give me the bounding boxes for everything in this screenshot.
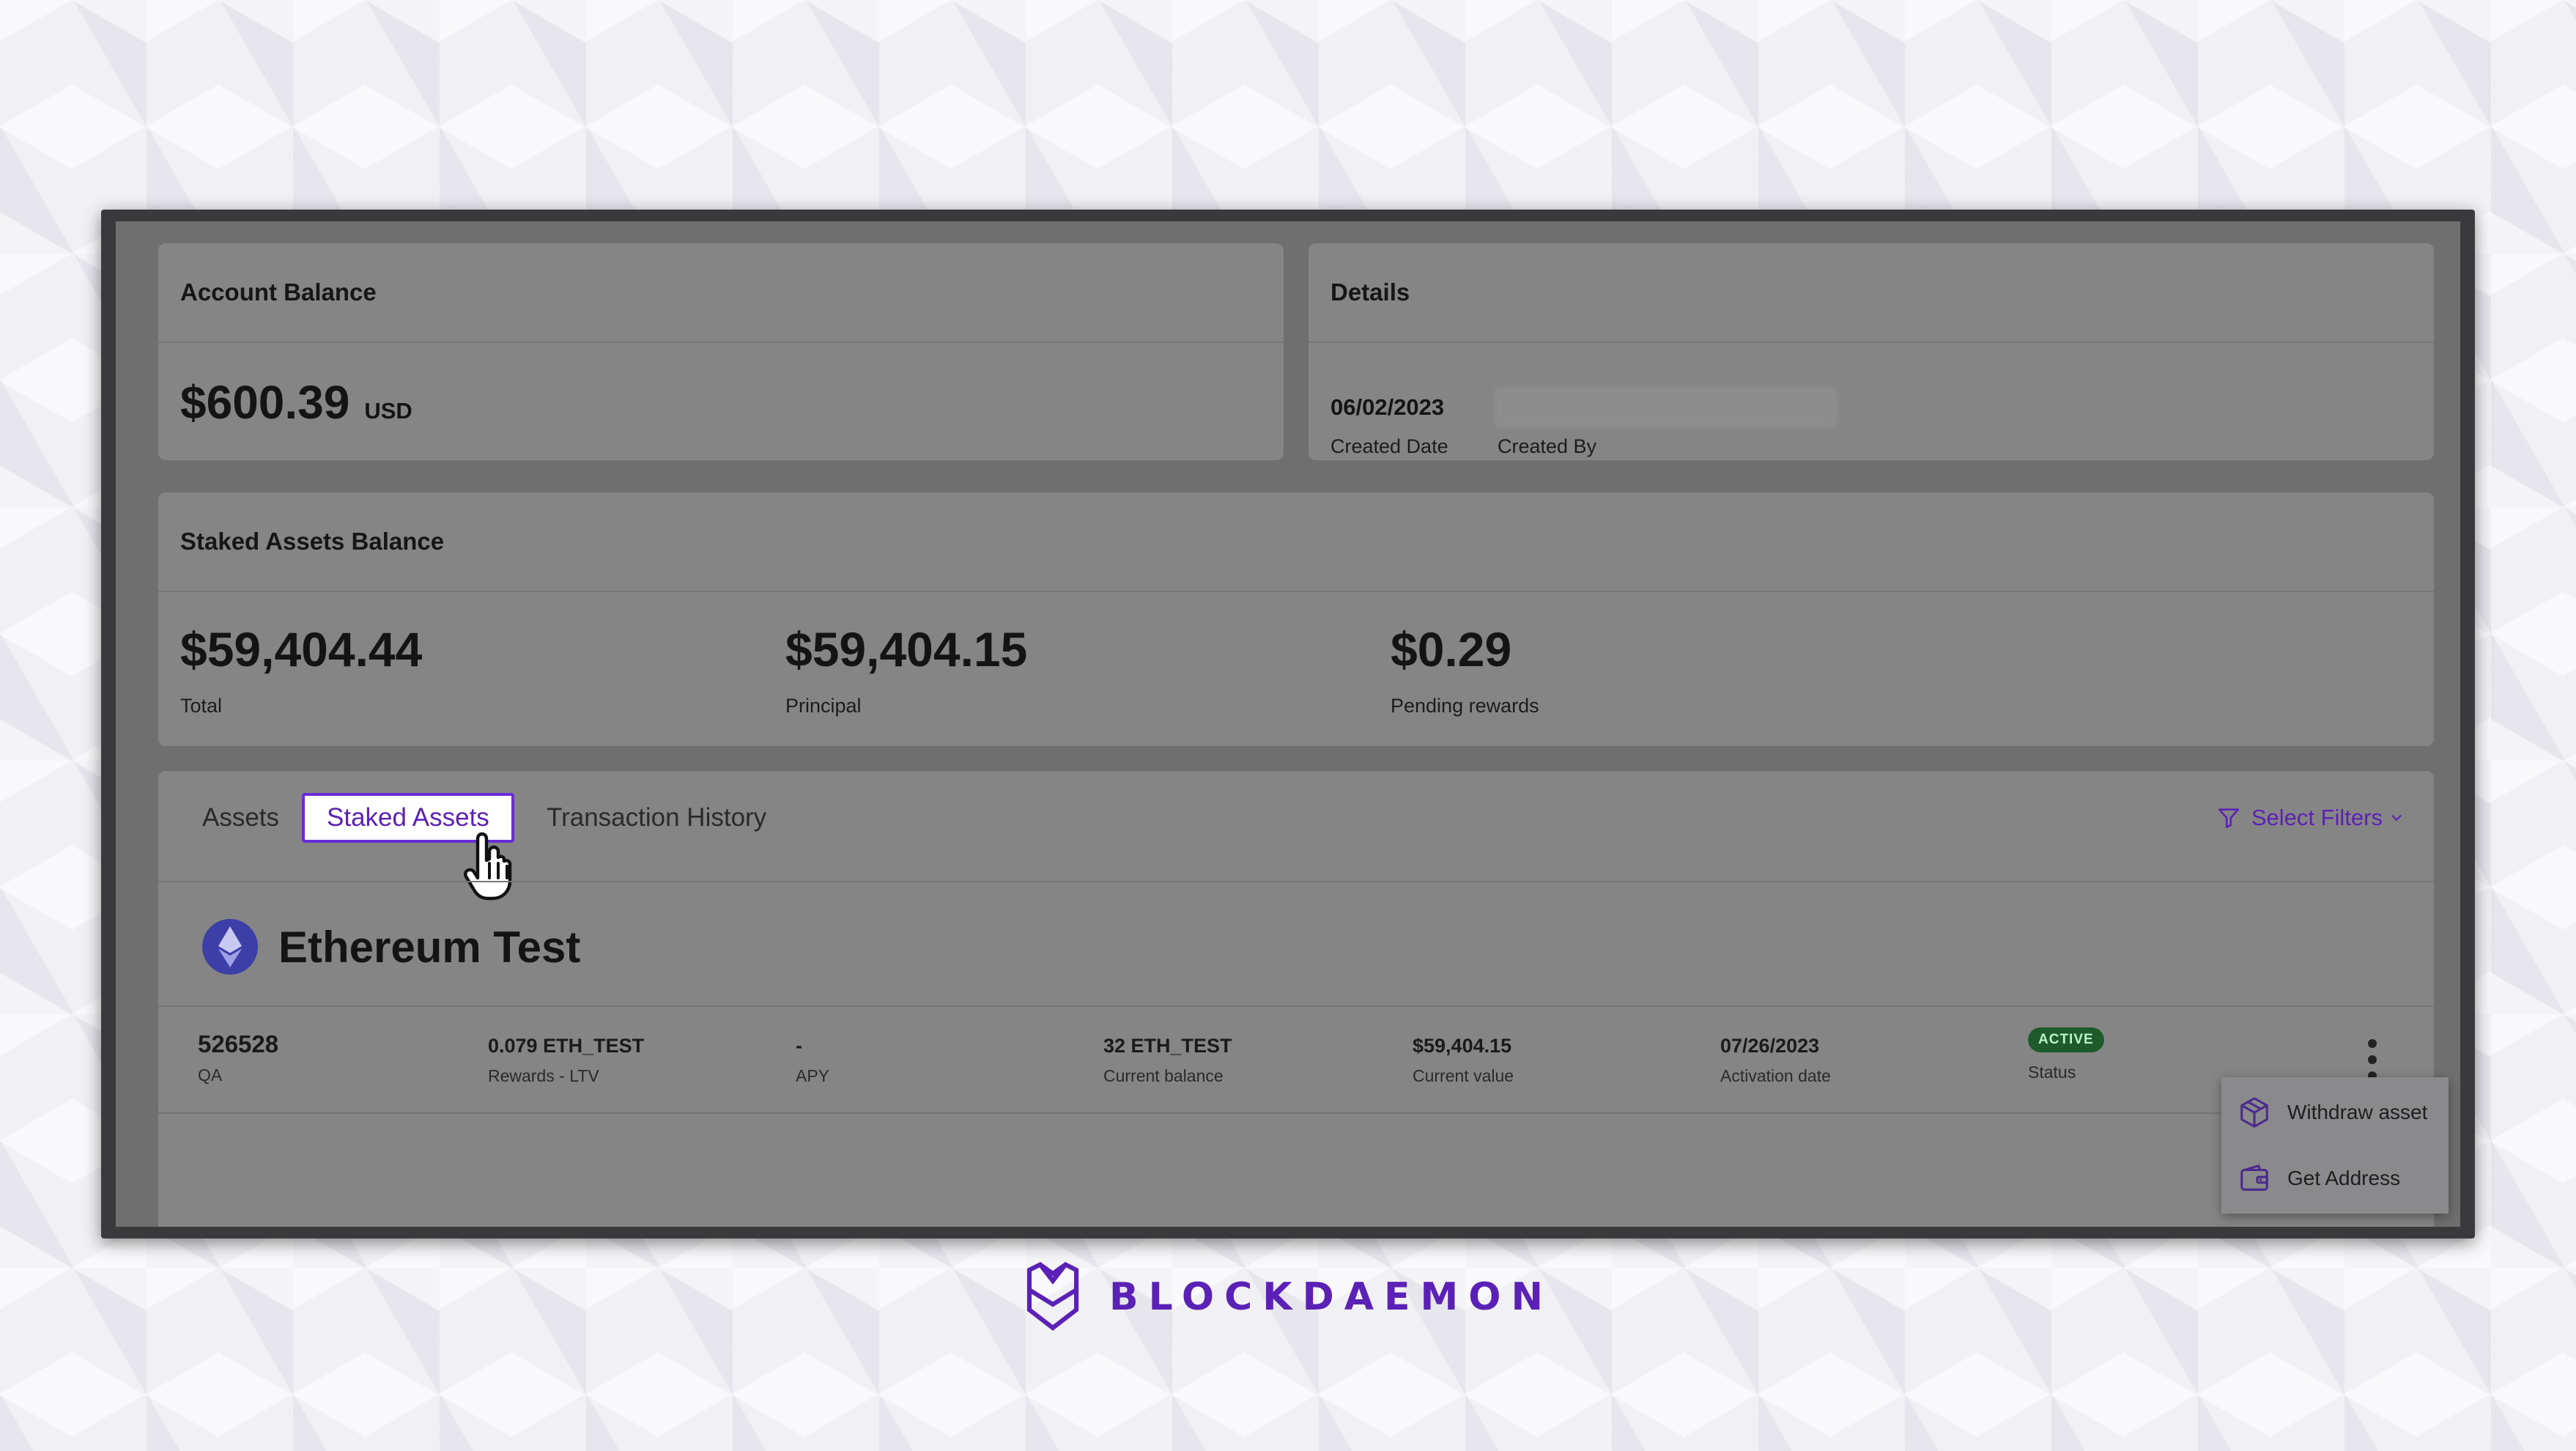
withdraw-asset-label: Withdraw asset: [2287, 1101, 2428, 1123]
status-badge: ACTIVE: [2028, 1027, 2104, 1052]
account-balance-card: Account Balance $600.39 USD: [158, 243, 1284, 460]
ethereum-icon: [202, 919, 258, 975]
row-rewards-value: 0.079 ETH_TEST: [488, 1035, 645, 1057]
account-balance-title: Account Balance: [158, 243, 1284, 343]
asset-group-header: Ethereum Test: [201, 918, 580, 976]
select-filters-label: Select Filters: [2251, 805, 2383, 830]
staked-balance-card: Staked Assets Balance $59,404.44 Total $…: [158, 492, 2434, 746]
staked-pending-value: $0.29: [1391, 622, 1512, 676]
created-date-value: 06/02/2023: [1330, 394, 1445, 420]
row-apy-value: -: [796, 1035, 802, 1057]
tabs-divider: [158, 881, 2434, 882]
row-apy-label: APY: [796, 1066, 830, 1085]
staked-principal-label: Principal: [785, 695, 862, 717]
row-current-value: $59,404.15: [1413, 1035, 1512, 1057]
wallet-icon: [2240, 1164, 2268, 1191]
account-balance-amount-wrap: $600.39 USD: [180, 375, 412, 429]
row-status-cell: ACTIVE Status: [2028, 1027, 2104, 1082]
hand-cursor-icon: [464, 832, 512, 901]
account-balance-amount: $600.39: [180, 376, 350, 429]
tab-assets[interactable]: Assets: [180, 796, 301, 840]
cube-icon: [2240, 1097, 2268, 1128]
row-status-label: Status: [2028, 1063, 2076, 1082]
staked-balance-title: Staked Assets Balance: [158, 492, 2434, 592]
row-id: 526528: [198, 1030, 279, 1057]
row-current-value-cell: $59,404.15 Current value: [1413, 1035, 1514, 1086]
account-balance-currency: USD: [364, 398, 412, 424]
created-by-value-redacted: [1495, 387, 1837, 428]
row-activation-value: 07/26/2023: [1720, 1035, 1820, 1057]
assets-tabs-card: Assets Staked Assets Transaction History…: [158, 771, 2434, 1227]
row-balance-label: Current balance: [1103, 1066, 1224, 1085]
staked-total-label: Total: [180, 695, 223, 717]
row-current-value-label: Current value: [1413, 1066, 1514, 1085]
blockdaemon-shield-icon: [1026, 1262, 1079, 1331]
asset-group-name: Ethereum Test: [278, 922, 581, 972]
created-date-label: Created Date: [1330, 435, 1448, 457]
brand-name: BLOCKDAEMON: [1109, 1275, 1553, 1319]
staked-pending-label: Pending rewards: [1391, 695, 1539, 717]
more-options-icon[interactable]: [2365, 1036, 2380, 1083]
row-rewards-label: Rewards - LTV: [488, 1066, 599, 1085]
details-card: Details 06/02/2023 Created Date Created …: [1309, 243, 2434, 460]
created-by-label: Created By: [1498, 435, 1597, 457]
select-filters-button[interactable]: Select Filters: [2216, 805, 2405, 831]
filter-icon: [2218, 808, 2239, 829]
withdraw-asset-menu-item[interactable]: Withdraw asset: [2221, 1080, 2449, 1145]
tab-transaction-history[interactable]: Transaction History: [525, 796, 788, 840]
app-screen: Account Balance $600.39 USD Details 06/0…: [116, 221, 2460, 1227]
blockdaemon-logo: BLOCKDAEMON: [1026, 1238, 1553, 1356]
get-address-menu-item[interactable]: Get Address: [2221, 1146, 2449, 1211]
row-apy-cell: - APY: [796, 1035, 829, 1086]
row-id-cell: 526528 QA: [198, 1030, 278, 1085]
app-window: Account Balance $600.39 USD Details 06/0…: [101, 210, 2475, 1238]
row-actions-menu: Withdraw asset Get Address: [2221, 1077, 2449, 1214]
staked-principal-value: $59,404.15: [785, 622, 1028, 676]
row-balance-value: 32 ETH_TEST: [1103, 1035, 1232, 1057]
table-row[interactable]: 526528 QA 0.079 ETH_TEST Rewards - LTV -…: [158, 1005, 2434, 1114]
staked-total-value: $59,404.44: [180, 622, 423, 676]
chevron-down-icon: [2391, 815, 2402, 822]
row-balance-cell: 32 ETH_TEST Current balance: [1103, 1035, 1232, 1086]
row-activation-cell: 07/26/2023 Activation date: [1720, 1035, 1831, 1086]
row-id-sub: QA: [198, 1066, 223, 1085]
row-activation-label: Activation date: [1720, 1066, 1831, 1085]
details-title: Details: [1309, 243, 2434, 343]
row-rewards-cell: 0.079 ETH_TEST Rewards - LTV: [488, 1035, 644, 1086]
get-address-label: Get Address: [2287, 1167, 2401, 1189]
